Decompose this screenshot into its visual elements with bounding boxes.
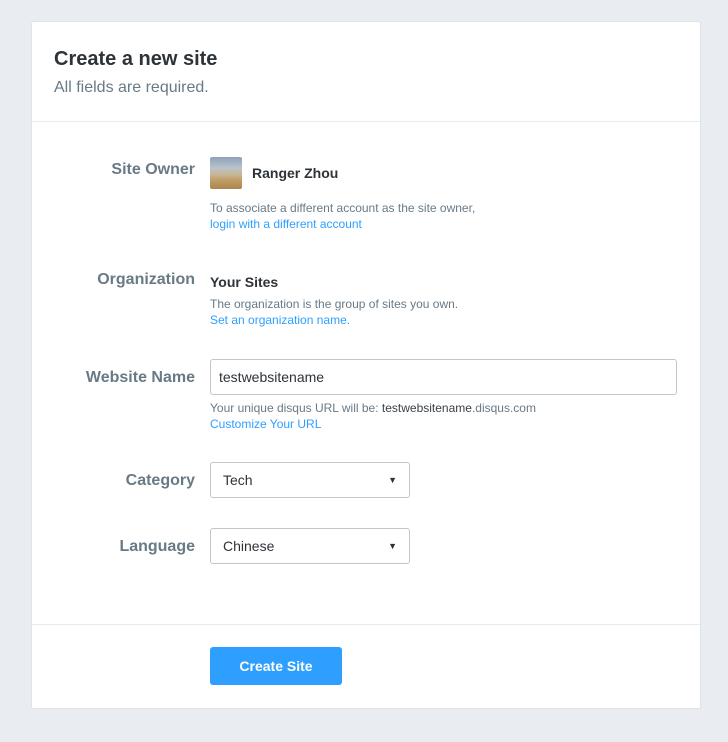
caret-down-icon: ▼ [388,541,397,551]
url-help-prefix: Your unique disqus URL will be: [210,401,382,415]
page-title: Create a new site [54,48,218,70]
website-name-input[interactable]: testwebsitename [210,359,677,395]
caret-down-icon: ▼ [388,475,397,485]
owner-name: Ranger Zhou [252,165,339,181]
customize-url-link[interactable]: Customize Your URL [210,416,678,432]
language-content: Chinese ▼ [210,528,678,564]
category-label: Category [125,472,195,489]
avatar [210,157,242,189]
url-name: testwebsitename [381,401,472,415]
site-owner-content: Ranger Zhou To associate a different acc… [210,157,678,232]
login-different-account-link[interactable]: login with a different account [210,216,678,232]
website-url-help: Your unique disqus URL will be: testwebs… [210,400,678,416]
footer-divider [32,624,700,625]
owner-help-text: To associate a different account as the … [210,201,476,215]
website-name-value: testwebsitename [219,369,325,385]
website-name-label: Website Name [85,369,195,386]
organization-help-text: The organization is the group of sites y… [210,297,459,311]
url-suffix: .disqus.com [471,401,536,415]
site-owner-label: Site Owner [111,161,195,178]
language-select[interactable]: Chinese ▼ [210,528,410,564]
card-header: Create a new site All fields are require… [32,22,700,122]
organization-name: Your Sites [210,274,279,290]
website-name-content: testwebsitename Your unique disqus URL w… [210,359,678,432]
category-selected-value: Tech [223,472,253,488]
set-organization-name-link[interactable]: Set an organization name. [210,312,678,328]
organization-label: Organization [97,271,195,288]
organization-content: Your Sites The organization is the group… [210,273,678,328]
category-select[interactable]: Tech ▼ [210,462,410,498]
language-label: Language [119,538,195,555]
page-subtitle: All fields are required. [54,79,209,96]
language-selected-value: Chinese [223,538,275,554]
create-site-card: Create a new site All fields are require… [31,21,701,709]
category-content: Tech ▼ [210,462,678,498]
create-site-button[interactable]: Create Site [210,647,342,685]
